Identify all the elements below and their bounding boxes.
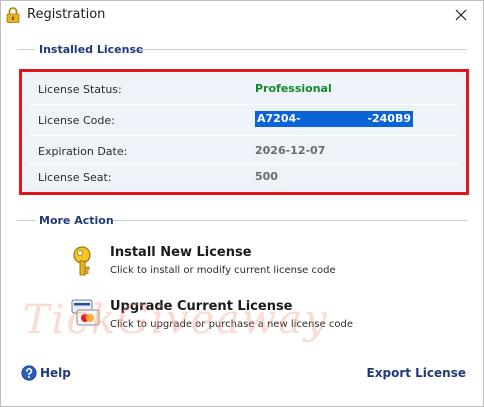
- license-seat-value: 500: [255, 170, 278, 183]
- upgrade-current-license-title: Upgrade Current License: [110, 299, 293, 314]
- close-icon: [455, 9, 467, 21]
- license-code-prefix: A7204-: [257, 112, 301, 125]
- installed-license-divider-right: [139, 49, 467, 50]
- license-seat-label: License Seat:: [38, 171, 112, 184]
- install-new-license-title: Install New License: [110, 245, 252, 260]
- installed-license-divider-left: [17, 49, 35, 50]
- license-code-row: License Code: A7204- -240B9: [22, 105, 466, 135]
- help-icon: [21, 365, 37, 381]
- help-label: Help: [40, 366, 71, 380]
- key-icon: [73, 246, 91, 276]
- upgrade-current-license-description: Click to upgrade or purchase a new licen…: [110, 319, 354, 330]
- install-new-license-action[interactable]: Install New License Click to install or …: [71, 245, 371, 279]
- license-status-label: License Status:: [38, 83, 122, 96]
- installed-license-header: Installed License: [39, 43, 144, 56]
- license-info-panel: License Status: Professional License Cod…: [19, 69, 469, 195]
- upgrade-current-license-action[interactable]: Upgrade Current License Click to upgrade…: [71, 299, 371, 333]
- license-code-value[interactable]: A7204- -240B9: [255, 111, 413, 127]
- license-code-label: License Code:: [38, 114, 115, 127]
- more-action-header: More Action: [39, 214, 114, 227]
- license-status-row: License Status: Professional: [22, 74, 466, 104]
- window-title: Registration: [27, 7, 106, 22]
- expiration-date-value: 2026-12-07: [255, 144, 326, 157]
- export-license-link[interactable]: Export License: [367, 366, 466, 380]
- close-button[interactable]: [443, 2, 479, 28]
- install-new-license-description: Click to install or modify current licen…: [110, 265, 336, 276]
- padlock-icon: [6, 7, 20, 23]
- license-status-value: Professional: [255, 82, 332, 95]
- license-seat-row: License Seat: 500: [22, 162, 466, 192]
- license-code-suffix: -240B9: [367, 112, 411, 125]
- expiration-date-label: Expiration Date:: [38, 145, 128, 158]
- credit-card-icon: [71, 299, 100, 326]
- more-action-divider-left: [17, 220, 35, 221]
- more-action-divider-right: [113, 220, 467, 221]
- registration-window: Registration Installed License License S…: [0, 0, 484, 407]
- title-bar[interactable]: Registration: [1, 1, 483, 29]
